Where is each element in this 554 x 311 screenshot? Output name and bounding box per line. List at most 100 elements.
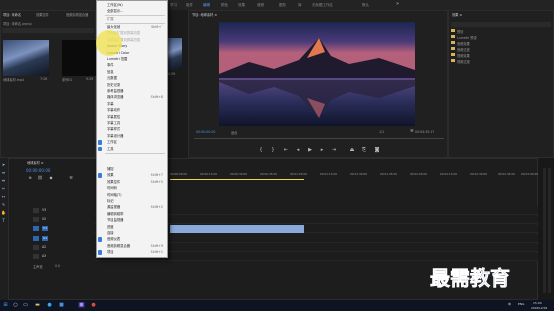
taskbar-lang[interactable]: ENG	[518, 302, 524, 306]
sequence-name: 序列01	[62, 78, 73, 82]
video-clip[interactable]	[170, 225, 304, 233]
track-target-v2[interactable]	[33, 217, 39, 222]
effects-item-video-effects[interactable]: 视频效果	[457, 53, 470, 58]
taskbar-date[interactable]: 2018/12/18	[531, 306, 547, 310]
workspace-bar	[0, 0, 554, 10]
task-view-icon[interactable]: ▭	[22, 302, 29, 308]
razor-tool-icon[interactable]: ✂	[1, 186, 6, 191]
tab-editing[interactable]: 编辑	[203, 3, 210, 8]
menu-separator	[105, 153, 165, 154]
ruler-tick: 00:01:00:00	[290, 172, 308, 176]
file-explorer-icon[interactable]: ▬	[34, 302, 41, 308]
folder-icon	[451, 53, 455, 56]
taskbar-time[interactable]: 15:04	[533, 301, 542, 305]
playhead-bar[interactable]	[194, 138, 444, 139]
ruler-tick: 00:01:15:00	[320, 172, 338, 176]
clip-thumbnail-earth[interactable]	[3, 40, 49, 76]
effects-item-presets[interactable]: 预设	[457, 29, 463, 34]
timeline-timecode[interactable]: 00:00:00:00	[26, 168, 50, 173]
tab-effects[interactable]: 效果	[238, 3, 245, 8]
step-forward-icon[interactable]: ▸	[319, 147, 325, 153]
checkmark-icon	[98, 140, 103, 145]
ruler-tick: 00:02:00:00	[410, 172, 428, 176]
track-target-a3[interactable]	[33, 254, 39, 259]
effects-item-audio-transitions[interactable]: 音频过渡	[457, 47, 470, 52]
hand-tool-icon[interactable]: ✋	[1, 210, 6, 215]
mark-in-icon[interactable]: {	[258, 147, 264, 153]
go-to-in-icon[interactable]: ⇤	[283, 147, 289, 153]
project-search-input[interactable]	[2, 28, 94, 33]
audio-meter-right	[548, 168, 551, 293]
sequence-duration: 9:29	[86, 77, 94, 81]
work-area-bar[interactable]	[170, 179, 304, 180]
pen-tool-icon[interactable]: ✎	[1, 202, 6, 207]
ripple-edit-tool-icon[interactable]: ⇹	[1, 178, 6, 183]
type-tool-icon[interactable]: T	[1, 218, 6, 223]
partial-clip-duration: 0:29	[168, 72, 176, 76]
tab-project[interactable]: 项目: 未命名	[3, 12, 21, 17]
ruler-tick: 00:00:15:00	[200, 172, 218, 176]
track-target-a1[interactable]	[33, 236, 39, 241]
menu-item-tools[interactable]: 工具	[97, 146, 167, 152]
tab-effect-controls[interactable]: 效果控件	[36, 12, 49, 17]
extract-icon[interactable]: ⎘	[361, 147, 367, 153]
recorder-icon[interactable]: ●	[90, 302, 97, 308]
track-select-tool-icon[interactable]: ⇛	[1, 170, 6, 175]
checkmark-icon	[98, 250, 103, 255]
effects-item-audio-effects[interactable]: 音频效果	[457, 41, 470, 46]
program-video-frame[interactable]	[219, 22, 415, 126]
clip-thumbnail-partial[interactable]	[168, 38, 182, 70]
track-target-v3[interactable]	[33, 208, 39, 213]
windows-start-icon[interactable]: ⊞	[2, 302, 9, 308]
track-target-v1[interactable]	[33, 226, 39, 231]
clip-thumbnail-sequence[interactable]	[62, 40, 96, 76]
marker-icon[interactable]: ◆	[48, 175, 54, 181]
camera-icon[interactable]: ◙	[374, 147, 380, 153]
app-icon[interactable]: ■	[58, 302, 65, 308]
mark-out-icon[interactable]: }	[270, 147, 276, 153]
tab-assembly[interactable]: 组件	[186, 3, 193, 8]
effects-panel	[448, 10, 554, 158]
go-to-out-icon[interactable]: ⇥	[331, 147, 337, 153]
menu-item-extensions[interactable]: 扩展	[97, 16, 167, 22]
browser-icon[interactable]: ●	[46, 302, 53, 308]
tab-color[interactable]: 颜色	[221, 3, 228, 8]
effects-item-video-transitions[interactable]: 视频过渡	[457, 59, 470, 64]
effects-search-input[interactable]	[451, 22, 551, 27]
tab-audio[interactable]: 音频	[257, 3, 264, 8]
tab-audio-clip-mixer[interactable]: 音频剪辑混合器	[66, 12, 88, 17]
track-label-a2: A2	[42, 245, 47, 249]
tab-graphics[interactable]: 图形	[279, 3, 286, 8]
master-track-value[interactable]: 0.0	[55, 264, 60, 268]
search-icon[interactable]: ○	[12, 302, 19, 308]
tab-learning[interactable]: 学习	[170, 3, 177, 8]
program-timecode[interactable]: 00:00:00:00	[196, 130, 215, 134]
effects-item-lumetri-presets[interactable]: Lumetri 预设	[457, 35, 477, 40]
ruler-tick: 00:02:45:00	[498, 172, 516, 176]
premiere-pro-icon[interactable]: ■	[78, 302, 85, 308]
step-back-icon[interactable]: ◂	[295, 147, 301, 153]
chevron-right-icon[interactable]: »	[396, 1, 403, 8]
wrench-icon[interactable]: ⚒	[68, 175, 74, 181]
selection-tool-icon[interactable]: ➤	[1, 162, 6, 167]
menu-item-project[interactable]: 项目 Shift+1	[97, 249, 167, 255]
track-target-a2[interactable]	[33, 245, 39, 250]
menu-item-show-all[interactable]: 全部显示...	[97, 8, 167, 14]
audio-meters	[538, 158, 554, 300]
timeline-title: 地球素材 ≡	[27, 161, 44, 165]
taskbar-ime[interactable]: 中	[508, 302, 511, 306]
play-icon[interactable]: ▶	[307, 147, 313, 153]
fit-dropdown[interactable]: 适合	[231, 130, 237, 135]
tab-untitled-workspace[interactable]: 无标题工作区	[312, 3, 333, 8]
snap-icon[interactable]: ⊕	[27, 175, 33, 181]
lift-icon[interactable]: ⏏	[349, 147, 355, 153]
clip-name: 地球素材.mp4	[3, 78, 24, 82]
slip-tool-icon[interactable]: ↔	[1, 194, 6, 199]
master-track-label: 主声道	[33, 265, 43, 269]
tab-default[interactable]: 默认	[362, 3, 369, 8]
link-icon[interactable]: ⛓	[37, 175, 43, 181]
tab-libraries[interactable]: 库	[298, 3, 302, 8]
wrench-icon[interactable]: ⚒	[410, 128, 415, 133]
cursor-highlight	[96, 30, 122, 56]
ruler-tick: 00:00:45:00	[260, 172, 278, 176]
